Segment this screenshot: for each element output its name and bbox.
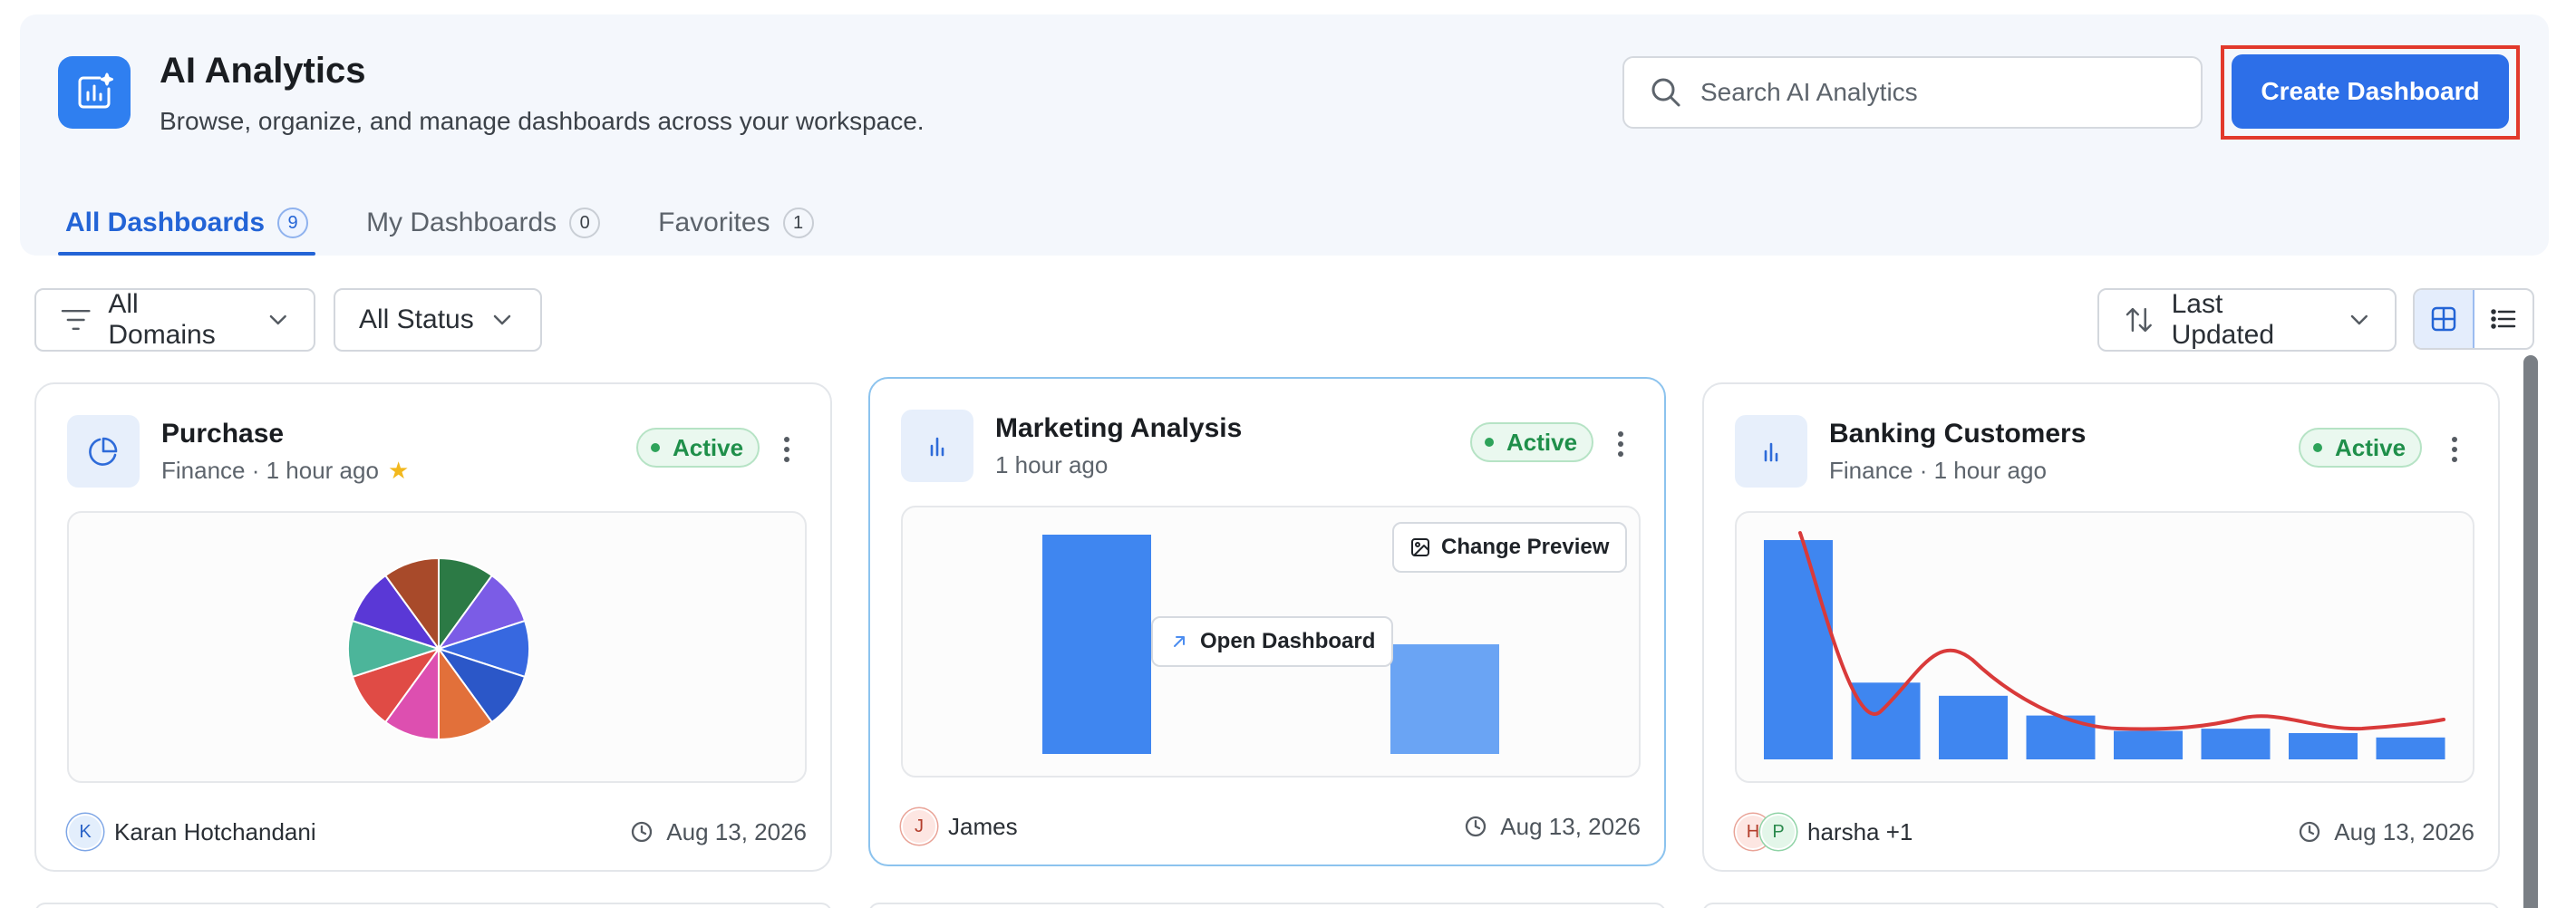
tab-count-badge: 1 (782, 208, 814, 238)
card-title: Banking Customers (1829, 419, 2087, 449)
bar-line-chart-preview (1764, 531, 2445, 759)
scrollbar-thumb[interactable] (2523, 355, 2538, 908)
avatar: K (67, 814, 103, 850)
dashboard-tabs: All Dashboards 9 My Dashboards 0 Favorit… (58, 192, 865, 256)
chevron-down-icon (2350, 314, 2368, 325)
card-footer: H P harsha +1 Aug 13, 2026 (1735, 812, 2474, 852)
status-badge: Active (1470, 422, 1594, 462)
owner-name: James (948, 812, 1018, 840)
bar (1851, 682, 1921, 759)
pie-chart-preview (347, 556, 530, 741)
bar-chart-icon (901, 410, 973, 482)
grid-icon (2431, 306, 2456, 332)
avatar: J (901, 808, 937, 845)
tab-my-dashboards[interactable]: My Dashboards 0 (359, 192, 607, 254)
card-title: Purchase (161, 419, 285, 449)
card-meta: 1 hour ago (995, 451, 1108, 479)
card-domain: Finance (161, 457, 246, 484)
tab-label: All Dashboards (65, 208, 266, 237)
updated-date: Aug 13, 2026 (630, 818, 807, 846)
owner-info: H P harsha +1 (1735, 814, 1913, 850)
view-toggle (2413, 288, 2534, 350)
card-meta: Finance · 1 hour ago ★ (161, 457, 410, 484)
filter-icon (61, 309, 91, 331)
search-icon (1651, 78, 1680, 107)
bar (1390, 644, 1499, 754)
chevron-down-icon (270, 314, 287, 325)
owner-name: harsha +1 (1807, 817, 1913, 845)
status-filter-label: All Status (359, 304, 474, 334)
open-dashboard-button[interactable]: Open Dashboard (1151, 616, 1394, 667)
bar (2026, 715, 2096, 759)
card-updated: 1 hour ago (995, 451, 1109, 478)
clock-icon (2300, 821, 2320, 843)
card-peek (34, 903, 832, 908)
dashboard-card-banking-customers[interactable]: Banking Customers Finance · 1 hour ago A… (1702, 382, 2500, 872)
create-dashboard-button[interactable]: Create Dashboard (2232, 54, 2509, 129)
updated-date: Aug 13, 2026 (2298, 818, 2474, 846)
owner-info: J James (901, 808, 1018, 845)
updated-date: Aug 13, 2026 (1464, 813, 1641, 841)
tab-label: My Dashboards (366, 208, 557, 237)
card-peek (868, 903, 1666, 908)
dashboard-card-marketing-analysis[interactable]: Marketing Analysis 1 hour ago Active Cha… (868, 377, 1666, 866)
clock-icon (1466, 816, 1487, 837)
card-peek (1702, 903, 2500, 908)
pie-chart-icon (67, 415, 140, 488)
owner-name: Karan Hotchandani (114, 817, 316, 845)
card-footer: K Karan Hotchandani Aug 13, 2026 (67, 812, 807, 852)
card-title: Marketing Analysis (995, 413, 1243, 443)
chevron-down-icon (493, 314, 510, 325)
favorite-star-icon: ★ (387, 457, 410, 484)
page-title: AI Analytics (160, 51, 366, 91)
list-icon (2491, 309, 2516, 329)
ai-analytics-app-icon (58, 56, 131, 129)
bar (1939, 695, 2008, 759)
tab-favorites[interactable]: Favorites 1 (651, 192, 820, 254)
card-footer: J James Aug 13, 2026 (901, 807, 1641, 846)
list-view-button[interactable] (2474, 290, 2532, 348)
card-preview[interactable] (1735, 511, 2474, 783)
status-badge: Active (2299, 428, 2423, 468)
card-meta: Finance · 1 hour ago (1829, 457, 2047, 484)
tab-all-dashboards[interactable]: All Dashboards 9 (58, 192, 316, 256)
arrow-up-right-icon (1174, 636, 1185, 647)
bar (1042, 535, 1151, 754)
change-preview-button[interactable]: Change Preview (1392, 522, 1628, 573)
bar (1764, 540, 1833, 759)
status-badge: Active (636, 428, 760, 468)
card-preview[interactable] (67, 511, 807, 783)
clock-icon (632, 821, 653, 843)
tab-count-badge: 0 (569, 208, 601, 238)
dashboard-card-purchase[interactable]: Purchase Finance · 1 hour ago ★ Active K… (34, 382, 832, 872)
card-domain: Finance (1829, 457, 1913, 484)
more-options-icon[interactable] (2445, 431, 2464, 468)
sort-icon (2126, 307, 2152, 333)
page-subtitle: Browse, organize, and manage dashboards … (160, 107, 925, 135)
domain-filter-label: All Domains (108, 289, 216, 350)
grid-view-button[interactable] (2415, 290, 2474, 348)
card-updated: 1 hour ago (266, 457, 379, 484)
image-icon (1411, 538, 1429, 556)
bar (2289, 732, 2358, 759)
tab-label: Favorites (658, 208, 770, 237)
bar (2114, 730, 2183, 759)
sort-label: Last Updated (2171, 289, 2275, 350)
bar (2376, 737, 2445, 759)
card-preview[interactable]: Change Preview Open Dashboard (901, 506, 1641, 778)
card-updated: 1 hour ago (1933, 457, 2047, 484)
more-options-icon[interactable] (1612, 426, 1630, 462)
bar (2201, 729, 2271, 759)
search-input[interactable] (1700, 78, 2172, 107)
tab-count-badge: 9 (277, 208, 309, 238)
avatar: P (1760, 814, 1796, 850)
bar-chart-icon (1735, 415, 1807, 488)
status-filter-dropdown[interactable]: All Status (334, 288, 542, 352)
more-options-icon[interactable] (778, 431, 796, 468)
sort-dropdown[interactable]: Last Updated (2097, 288, 2397, 352)
owner-info: K Karan Hotchandani (67, 814, 316, 850)
domain-filter-dropdown[interactable]: All Domains (34, 288, 315, 352)
search-box[interactable] (1622, 56, 2203, 129)
